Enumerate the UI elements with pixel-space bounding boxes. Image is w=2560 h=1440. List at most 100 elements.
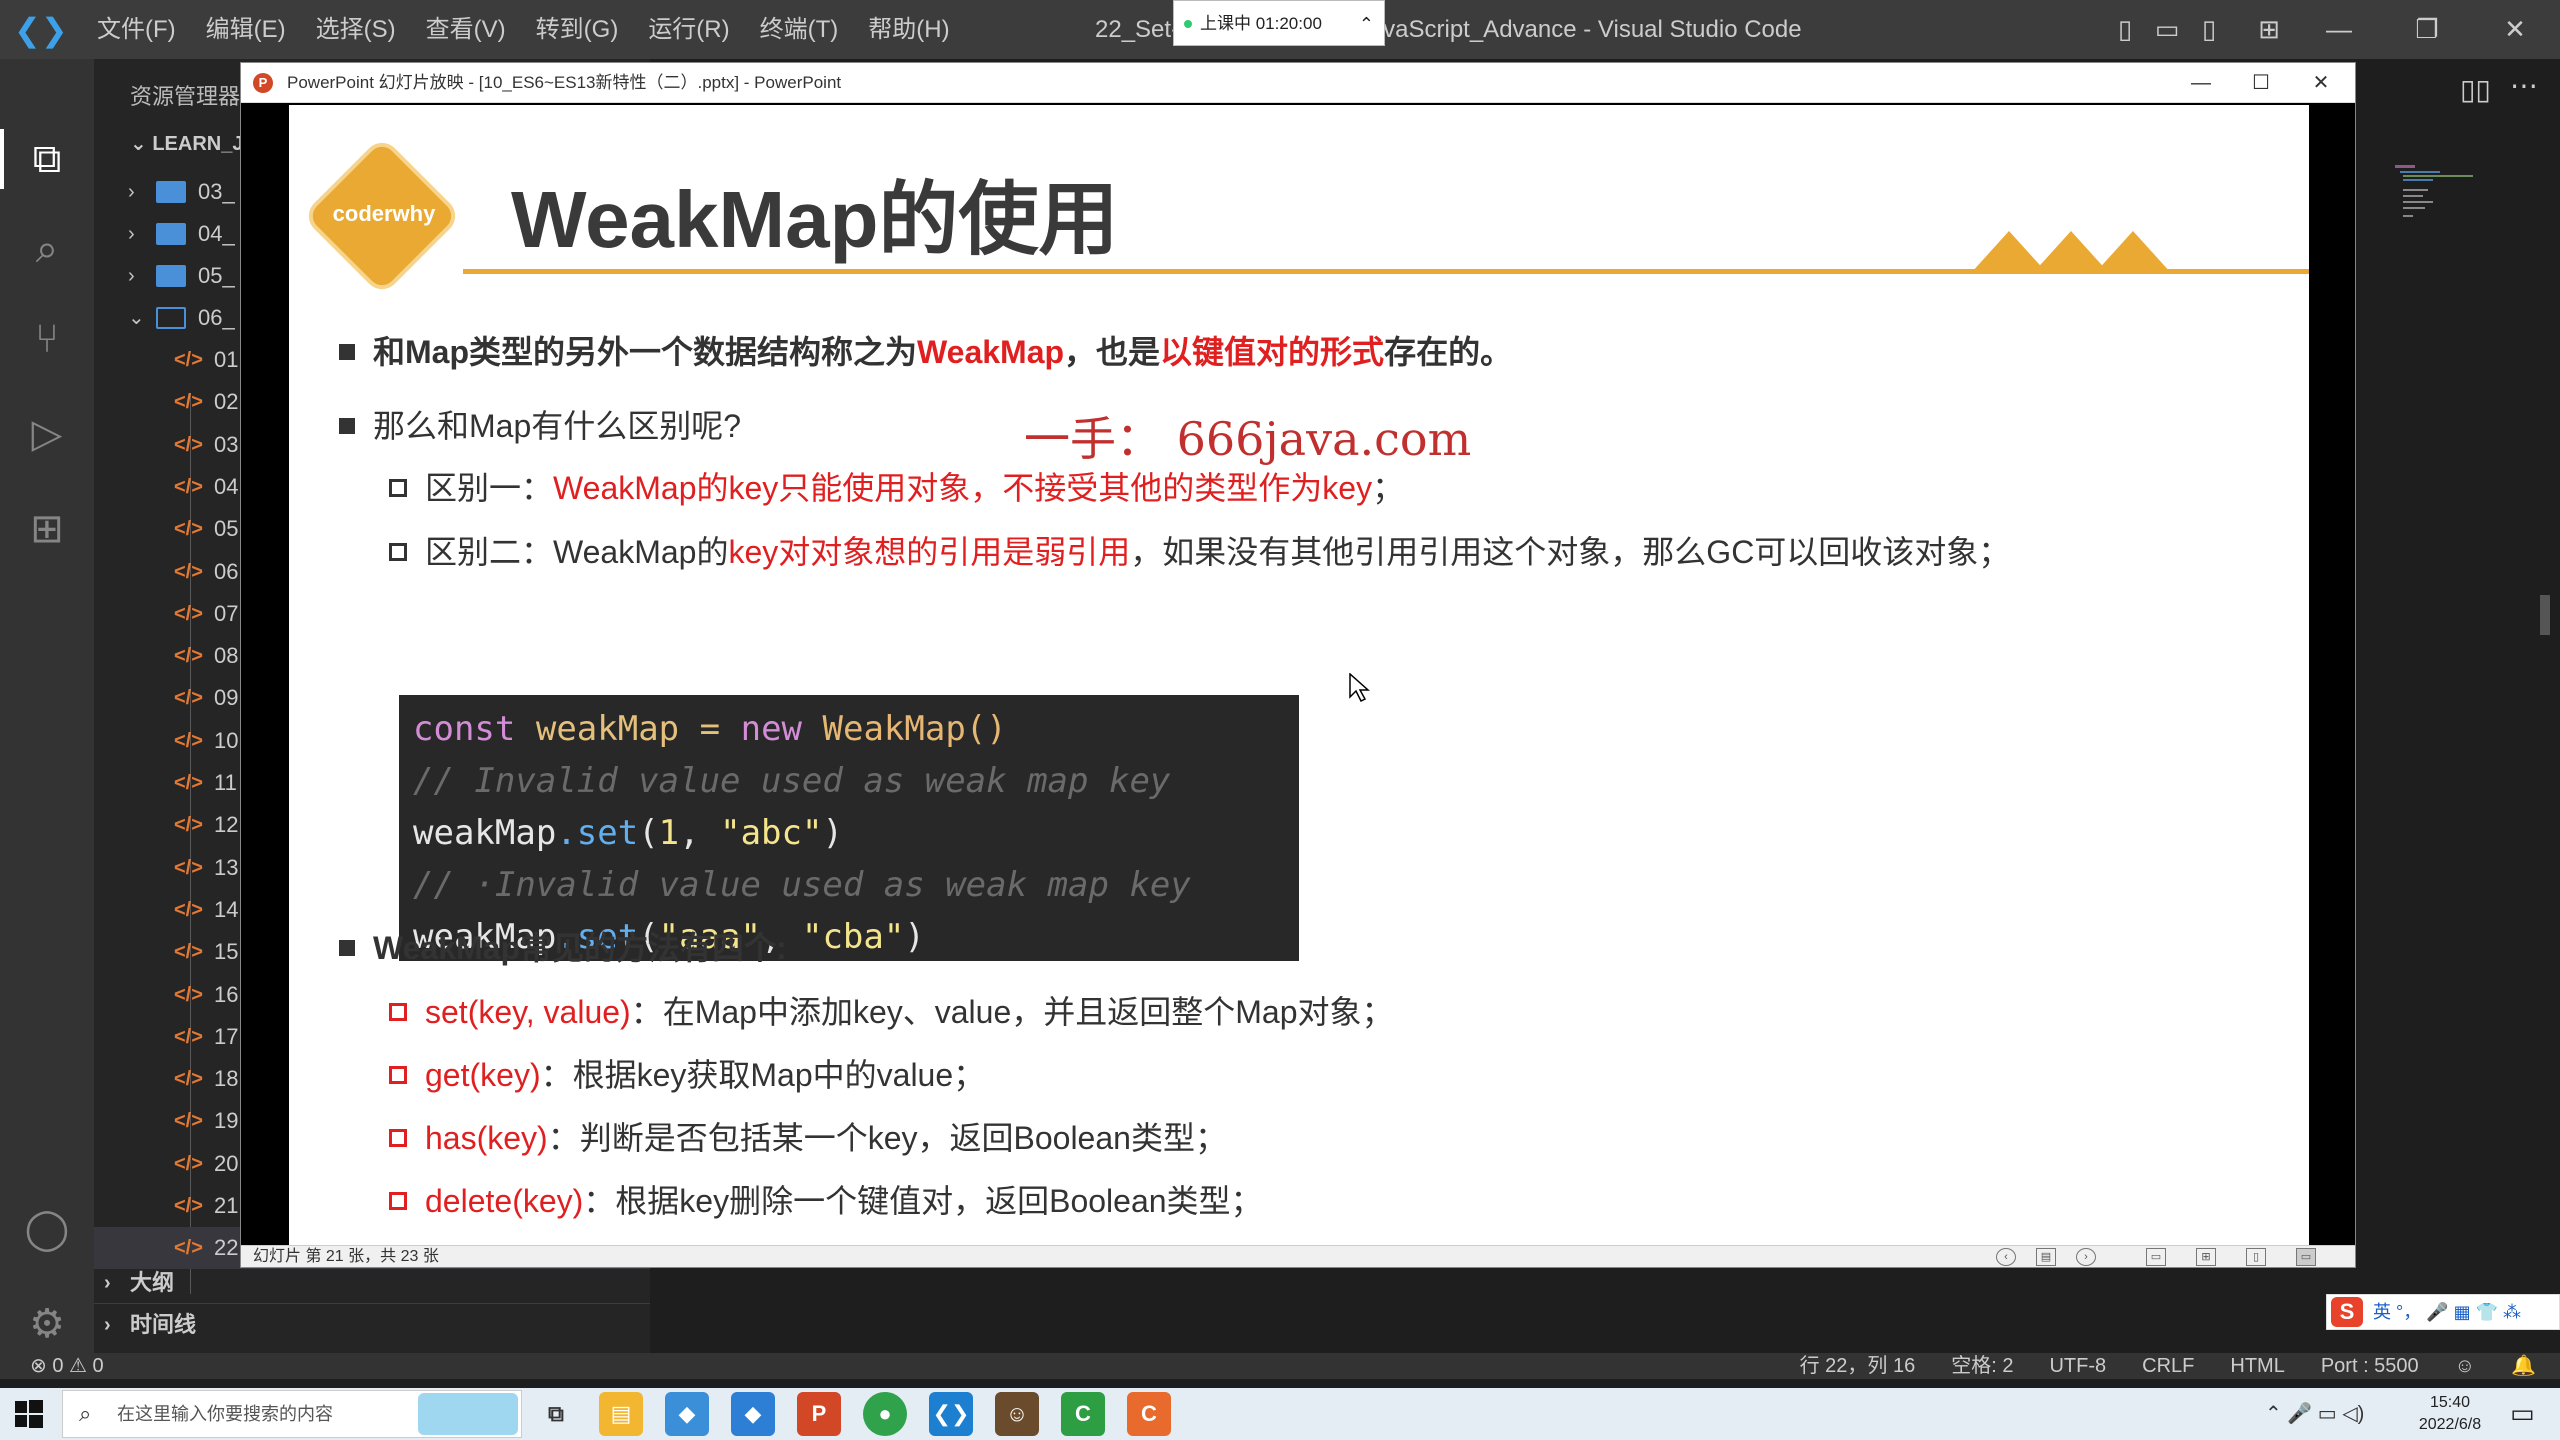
chevron-right-icon: › [128, 181, 135, 203]
ppt-maximize-icon[interactable]: ☐ [2231, 63, 2291, 103]
file-explorer-icon[interactable]: ▤ [599, 1392, 643, 1436]
scrollbar-thumb[interactable] [2540, 595, 2550, 635]
normal-view-icon[interactable]: ▭ [2146, 1248, 2166, 1266]
feedback-icon[interactable]: ☺ [2455, 1353, 2475, 1379]
vscode-taskbar-icon[interactable]: ❮❯ [929, 1392, 973, 1436]
search-placeholder: 在这里输入你要搜索的内容 [117, 1404, 333, 1424]
menu-selection[interactable]: 选择(S) [301, 0, 411, 59]
more-actions-icon[interactable]: ⋯ [2510, 69, 2538, 102]
file-label: 06 [214, 558, 239, 584]
file-label: 17 [214, 1023, 239, 1049]
slideshow-view-icon[interactable]: ▭ [2296, 1248, 2316, 1266]
indentation[interactable]: 空格: 2 [1951, 1353, 2013, 1379]
menu-go[interactable]: 转到(G) [521, 0, 634, 59]
system-tray[interactable]: ⌃ 🎤 ▭ ◁) [2265, 1390, 2364, 1438]
taskbar-clock[interactable]: 15:40 2022/6/8 [2390, 1392, 2510, 1436]
file-label: 22 [214, 1235, 239, 1261]
timeline-section[interactable]: › 时间线 [94, 1303, 650, 1345]
status-right-items: 行 22，列 16 空格: 2 UTF-8 CRLF HTML Port : 5… [1800, 1353, 2536, 1379]
line-ending[interactable]: CRLF [2142, 1353, 2194, 1379]
active-indicator [0, 129, 4, 189]
menu-terminal[interactable]: 终端(T) [745, 0, 854, 59]
menu-file[interactable]: 文件(F) [82, 0, 191, 59]
ppt-close-icon[interactable]: ✕ [2291, 63, 2351, 103]
folder-icon [156, 307, 186, 329]
toggle-secondary-sidebar-icon[interactable]: ▯ [2194, 14, 2224, 44]
cursor-position[interactable]: 行 22，列 16 [1800, 1353, 1916, 1379]
next-slide-icon[interactable]: › [2076, 1248, 2096, 1266]
code-line-4: // ·Invalid value used as weak map key [413, 865, 1191, 905]
html-file-icon: </> [174, 772, 203, 794]
html-file-icon: </> [174, 349, 203, 371]
text: ； [1372, 470, 1405, 506]
reading-view-icon[interactable]: ▯ [2246, 1248, 2266, 1266]
code-token: "abc" [720, 813, 823, 853]
slide-title: WeakMap的使用 [511, 175, 1119, 264]
account-icon[interactable]: ◯ [22, 1204, 72, 1254]
bullet-3: WeakMap常见的方法有四个: [339, 923, 787, 969]
menu-edit[interactable]: 编辑(E) [191, 0, 301, 59]
folder-label: 03_ [198, 179, 235, 204]
code-token: const [413, 709, 516, 749]
action-center-icon[interactable]: ▭ [2510, 1398, 2535, 1429]
camtasia-icon[interactable]: C [1061, 1392, 1105, 1436]
html-file-icon: </> [174, 475, 203, 498]
slide[interactable]: coderwhy WeakMap的使用 和Map类型的另外一个数据结构称之为We… [289, 105, 2309, 1245]
method-desc: ：判断是否包括某一个key，返回Boolean类型； [547, 1120, 1227, 1156]
editor-area[interactable]: ▯▯ ⋯ [2360, 59, 2560, 1353]
toggle-panel-icon[interactable]: ▭ [2152, 14, 2182, 44]
minimize-icon[interactable]: — [2324, 14, 2354, 44]
file-label: 11 [214, 770, 237, 795]
ppt-minimize-icon[interactable]: — [2171, 63, 2231, 103]
windows-start-icon[interactable] [14, 1399, 44, 1429]
html-file-icon: </> [174, 1152, 203, 1175]
chevron-up-icon[interactable]: ⌃ [1359, 1, 1374, 47]
bullet-2: 那么和Map有什么区别呢? [339, 401, 741, 447]
text: 存在的。 [1384, 334, 1513, 370]
file-label: 18 [214, 1066, 239, 1092]
app-icon-1[interactable]: ◆ [665, 1392, 709, 1436]
menu-run[interactable]: 运行(R) [633, 0, 744, 59]
menu-view[interactable]: 查看(V) [411, 0, 521, 59]
code-line-3: weakMap.set(1, "abc") [413, 807, 1285, 859]
ime-toolbar[interactable]: S 英 °， 🎤 ▦ 👕 ⁂ [2326, 1294, 2560, 1330]
close-icon[interactable]: ✕ [2500, 14, 2530, 44]
minimap[interactable] [2395, 165, 2495, 245]
html-file-icon: </> [174, 814, 203, 837]
extensions-icon[interactable]: ⊞ [22, 504, 72, 554]
toggle-sidebar-icon[interactable]: ▯ [2110, 14, 2140, 44]
search-highlight-image [418, 1393, 518, 1435]
search-icon[interactable]: ⌕ [22, 224, 72, 274]
taskbar-search-box[interactable]: ⌕ 在这里输入你要搜索的内容 [62, 1390, 522, 1438]
notes-icon[interactable]: ▤ [2036, 1248, 2056, 1266]
method-desc: ：在Map中添加key、value，并且返回整个Map对象； [630, 994, 1394, 1030]
powerpoint-taskbar-icon[interactable]: P [797, 1392, 841, 1436]
chrome-icon[interactable]: ● [863, 1392, 907, 1436]
split-editor-icon[interactable]: ▯▯ [2460, 73, 2491, 106]
layout-icon[interactable]: ⊞ [2254, 14, 2284, 44]
problems-indicator[interactable]: ⊗ 0 ⚠ 0 [30, 1353, 104, 1379]
task-view-icon[interactable]: ⧉ [534, 1392, 578, 1436]
file-label: 15 [214, 939, 239, 965]
prev-slide-icon[interactable]: ‹ [1996, 1248, 2016, 1266]
encoding[interactable]: UTF-8 [2049, 1353, 2106, 1379]
explorer-icon[interactable]: ⧉ [22, 134, 72, 184]
class-timer-badge[interactable]: 上课中 01:20:00 ⌃ [1173, 0, 1385, 46]
avatar-app-icon[interactable]: ☺ [995, 1392, 1039, 1436]
app-icon-2[interactable]: ◆ [731, 1392, 775, 1436]
settings-gear-icon[interactable]: ⚙ [22, 1299, 72, 1349]
bullet-red-square [389, 1066, 407, 1084]
source-control-icon[interactable]: ⑂ [22, 314, 72, 364]
slide-sorter-icon[interactable]: ⊞ [2196, 1248, 2216, 1266]
menu-help[interactable]: 帮助(H) [853, 0, 964, 59]
bullet-square [339, 418, 355, 434]
slide-counter: 幻灯片 第 21 张，共 23 张 [253, 1248, 439, 1265]
language-mode[interactable]: HTML [2230, 1353, 2284, 1379]
code-token: weakMap [535, 709, 680, 749]
restore-icon[interactable]: ❐ [2412, 14, 2442, 44]
live-server-port[interactable]: Port : 5500 [2321, 1353, 2419, 1379]
notifications-bell-icon[interactable]: 🔔 [2511, 1353, 2536, 1379]
method-name: get(key) [425, 1057, 541, 1093]
recorder-icon[interactable]: C [1127, 1392, 1171, 1436]
run-debug-icon[interactable]: ▷ [22, 409, 72, 459]
